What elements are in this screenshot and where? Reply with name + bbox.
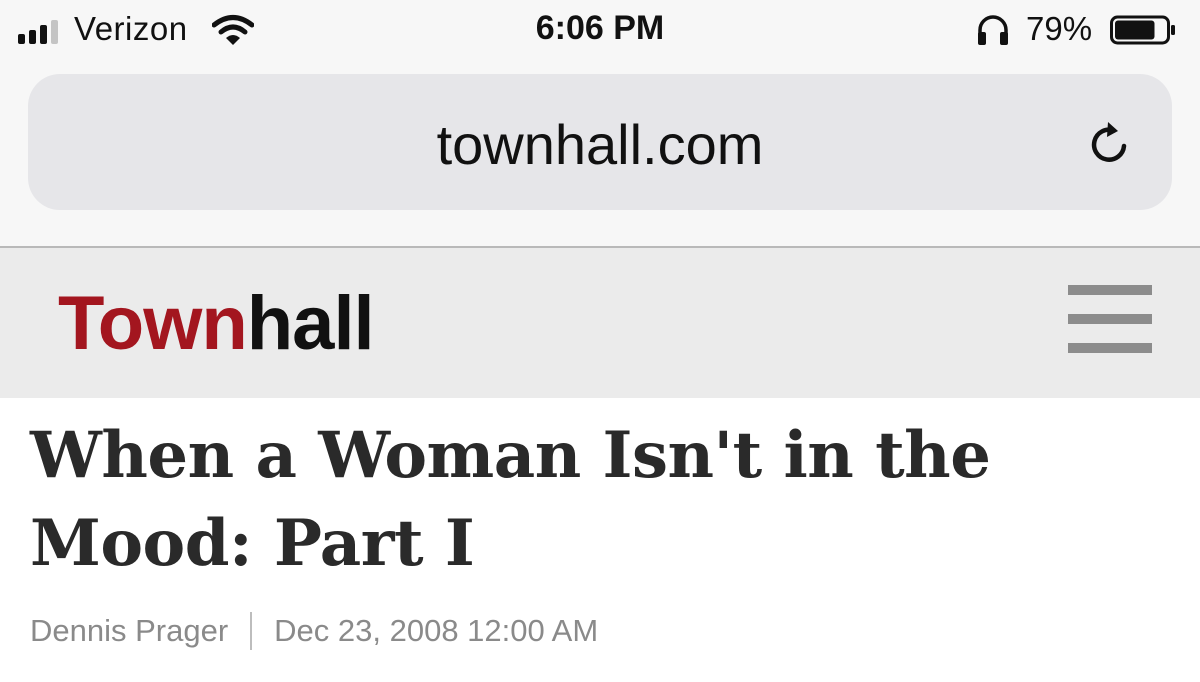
site-header: Townhall: [0, 248, 1200, 398]
url-text[interactable]: townhall.com: [28, 112, 1172, 177]
battery-icon: [1110, 15, 1175, 45]
status-bar: Verizon 6:06 PM 79%: [0, 0, 1200, 62]
author-name[interactable]: Dennis Prager: [30, 613, 228, 649]
reload-icon[interactable]: [1084, 118, 1136, 170]
townhall-logo[interactable]: Townhall: [58, 280, 375, 367]
hamburger-menu-icon[interactable]: [1068, 285, 1152, 353]
status-time: 6:06 PM: [535, 9, 665, 47]
byline-divider: [250, 612, 253, 650]
article-byline: Dennis Prager Dec 23, 2008 12:00 AM: [30, 612, 598, 650]
publish-date: Dec 23, 2008 12:00 AM: [274, 613, 599, 648]
battery-percent: 79%: [1026, 10, 1093, 47]
headphones-icon: [978, 15, 1008, 45]
browser-toolbar: townhall.com: [0, 62, 1200, 248]
article-headline: When a Woman Isn't in the Mood: Part I: [30, 418, 991, 581]
address-bar[interactable]: townhall.com: [28, 74, 1172, 210]
logo-hall: hall: [246, 281, 375, 366]
logo-town: Town: [58, 281, 248, 366]
